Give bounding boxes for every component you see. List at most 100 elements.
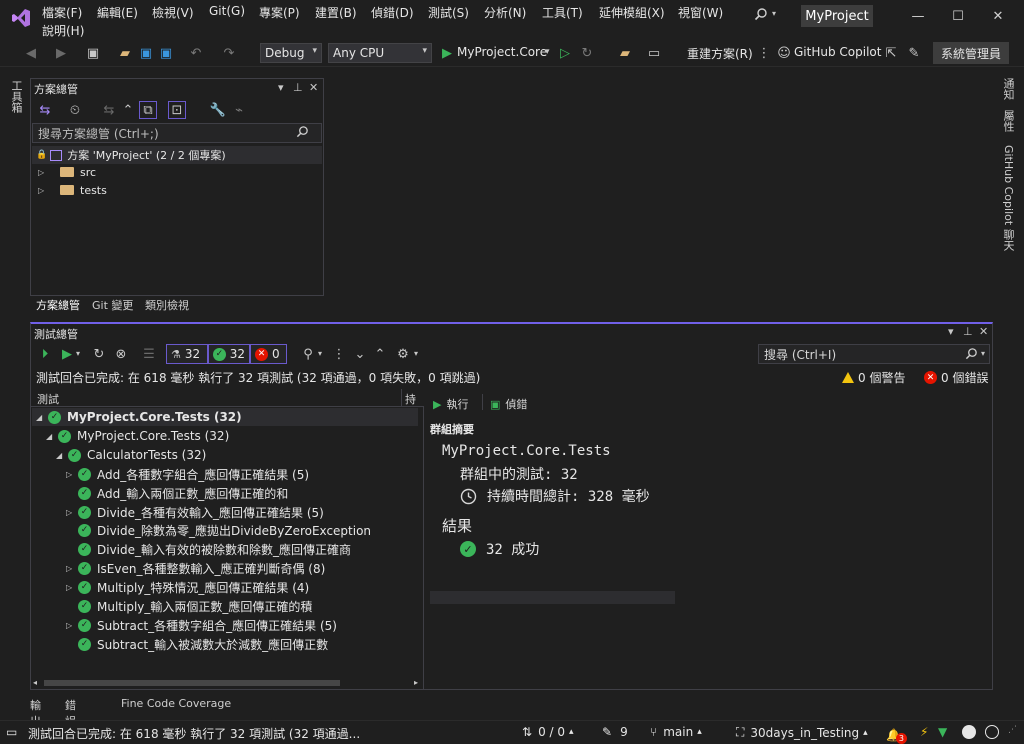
repository-selector[interactable]: ⛶ 30days_in_Testing ▴ (736, 725, 868, 740)
trait-filter-icon[interactable]: ⚲ (299, 345, 317, 363)
tree-folder-src[interactable]: ▷ src (38, 163, 96, 181)
rerun-failed-icon[interactable]: ↻ (90, 345, 108, 363)
start-without-debugging-icon[interactable]: ▷ (556, 44, 574, 62)
test-tree-row[interactable]: ✓ Add_輸入兩個正數_應回傳正確的和 (66, 484, 288, 502)
branch-selector[interactable]: ⑂ main ▴ (650, 725, 702, 739)
toolbar-overflow-icon[interactable]: ⋮ (755, 44, 773, 62)
start-debugging-icon[interactable]: ▶ (438, 44, 456, 62)
solution-search-input[interactable]: 搜尋方案總管 (Ctrl+;) (32, 123, 322, 143)
sync-icon[interactable]: ⇆ (100, 101, 118, 119)
test-tree-row[interactable]: ◢ ✓ MyProject.Core.Tests (32) (46, 427, 229, 445)
chevron-down-icon[interactable]: ▾ (981, 349, 985, 358)
test-tree-row[interactable]: ▷ ✓ Subtract_各種數字組合_應回傳正確結果 (5) (66, 616, 337, 634)
show-all-files-icon[interactable]: ⧉ (139, 101, 157, 119)
pending-changes-icon[interactable]: ⏲ (66, 101, 84, 119)
column-test[interactable]: 測試 (37, 391, 59, 407)
redo-icon[interactable]: ↷ (220, 44, 238, 62)
scroll-right-icon[interactable]: ▸ (414, 678, 418, 687)
save-all-icon[interactable]: ▣ (157, 44, 175, 62)
administrator-button[interactable]: 系統管理員 (933, 42, 1009, 64)
total-tests-counter[interactable]: ⚗ 32 (166, 344, 208, 364)
preview-selected-icon[interactable]: ⊡ (168, 101, 186, 119)
panel-menu-icon[interactable]: ▾ (278, 81, 284, 94)
menu-file[interactable]: 檔案(F) (42, 4, 82, 21)
run-tests-icon[interactable]: ▶ (58, 345, 76, 363)
copilot-status-icon[interactable]: ▼ (938, 725, 947, 739)
minimize-icon[interactable]: — (908, 6, 928, 26)
new-project-icon[interactable]: ▣ (84, 44, 102, 62)
layout-icon[interactable]: ▭ (645, 44, 663, 62)
debug-button[interactable]: ▣ 偵錯 (490, 396, 527, 412)
passed-tests-counter[interactable]: ✓ 32 (208, 344, 250, 364)
menu-test[interactable]: 測試(S) (428, 4, 469, 21)
feedback-icon[interactable]: ✎ (905, 44, 923, 62)
menu-git[interactable]: Git(G) (209, 4, 245, 18)
warning-count[interactable]: 0 個警告 (842, 369, 905, 386)
cancel-run-icon[interactable]: ⊗ (112, 345, 130, 363)
pin-icon[interactable]: ⊥ (963, 325, 973, 338)
search-dropdown-icon[interactable]: ▾ (772, 9, 776, 18)
run-all-tests-icon[interactable]: ⏵ (36, 345, 54, 363)
tab-git-changes[interactable]: Git 變更 (92, 297, 133, 313)
solution-root-node[interactable]: 🔒 方案 'MyProject' (2 / 2 個專案) (32, 146, 322, 164)
playlist-icon[interactable]: ☰ (140, 345, 158, 363)
undo-icon[interactable]: ↶ (187, 44, 205, 62)
test-tree-row[interactable]: ▷ ✓ IsEven_各種整數輸入_應正確判斷奇偶 (8) (66, 559, 325, 577)
test-tree-row[interactable]: ✓ Subtract_輸入被減數大於減數_應回傳正數 (66, 635, 328, 653)
back-icon[interactable]: ◀ (22, 44, 40, 62)
configuration-select[interactable]: Debug ▾ (260, 43, 322, 63)
panel-close-icon[interactable]: ✕ (979, 325, 988, 338)
pin-icon[interactable]: ⊥ (293, 81, 303, 94)
failed-tests-counter[interactable]: ✕ 0 (250, 344, 287, 364)
start-target-button[interactable]: MyProject.Core (457, 45, 547, 59)
menu-help[interactable]: 說明(H) (42, 22, 84, 39)
panel-menu-icon[interactable]: ▾ (948, 325, 954, 338)
notifications-bell[interactable]: 🔔 3 (886, 725, 907, 744)
chevron-down-icon[interactable]: ▾ (414, 349, 418, 358)
chevron-right-icon[interactable]: ▷ (66, 508, 78, 517)
toolbox-tab[interactable]: 工具箱 (8, 80, 24, 113)
open-folder-icon[interactable]: ▰ (116, 44, 134, 62)
resize-grip-icon[interactable]: ⋰ (1008, 725, 1017, 735)
test-tree-row[interactable]: ◢ ✓ CalculatorTests (32) (56, 446, 206, 464)
chevron-down-icon[interactable]: ◢ (56, 451, 68, 460)
menu-view[interactable]: 檢視(V) (152, 4, 194, 21)
scrollbar-thumb[interactable] (44, 680, 340, 686)
test-search-input[interactable]: 搜尋 (Ctrl+I) (758, 344, 990, 364)
chevron-right-icon[interactable]: ▷ (38, 186, 50, 195)
panel-close-icon[interactable]: ✕ (309, 81, 318, 94)
chevron-down-icon[interactable]: ◢ (46, 432, 58, 441)
close-icon[interactable]: ✕ (988, 6, 1008, 26)
status-ring-icon[interactable] (985, 725, 999, 739)
menu-extensions[interactable]: 延伸模組(X) (599, 4, 665, 21)
forward-icon[interactable]: ▶ (52, 44, 70, 62)
chevron-right-icon[interactable]: ▷ (66, 564, 78, 573)
test-tree-row[interactable]: ✓ Divide_輸入有效的被除數和除數_應回傳正確商 (66, 540, 351, 558)
properties-tab[interactable]: 屬性 (1000, 110, 1016, 132)
chevron-right-icon[interactable]: ▷ (66, 583, 78, 592)
test-tree-row[interactable]: ▷ ✓ Divide_各種有效輸入_應回傳正確結果 (5) (66, 503, 324, 521)
scroll-left-icon[interactable]: ◂ (33, 678, 37, 687)
platform-select[interactable]: Any CPU ▾ (328, 43, 432, 63)
chevron-down-icon[interactable]: ▾ (318, 349, 322, 358)
hot-reload-status-icon[interactable]: ⚡ (920, 725, 928, 739)
pending-edits[interactable]: ✎ 9 (602, 725, 628, 739)
share-icon[interactable]: ⇱ (882, 44, 900, 62)
save-icon[interactable]: ▣ (137, 44, 155, 62)
horizontal-scrollbar[interactable]: ◂ ▸ (32, 678, 422, 688)
menu-window[interactable]: 視窗(W) (678, 4, 723, 21)
maximize-icon[interactable]: ☐ (948, 6, 968, 26)
collapse-all-icon[interactable]: ⌃ (119, 101, 137, 119)
search-icon[interactable] (752, 5, 770, 23)
hot-reload-icon[interactable]: ↻ (578, 44, 596, 62)
menu-build[interactable]: 建置(B) (315, 4, 357, 21)
test-tree-row[interactable]: ✓ Divide_除數為零_應拋出DivideByZeroException (66, 521, 371, 539)
visual-studio-logo-icon[interactable] (10, 7, 32, 29)
chevron-down-icon[interactable]: ◢ (36, 413, 48, 422)
github-copilot-icon[interactable]: ☺ (775, 44, 793, 62)
preview-icon[interactable]: ⌁ (230, 101, 248, 119)
collapse-all-icon[interactable]: ⌃ (371, 345, 389, 363)
menu-project[interactable]: 專案(P) (259, 4, 300, 21)
github-copilot-button[interactable]: GitHub Copilot (794, 45, 881, 59)
run-button[interactable]: ▶ 執行 (433, 396, 468, 412)
